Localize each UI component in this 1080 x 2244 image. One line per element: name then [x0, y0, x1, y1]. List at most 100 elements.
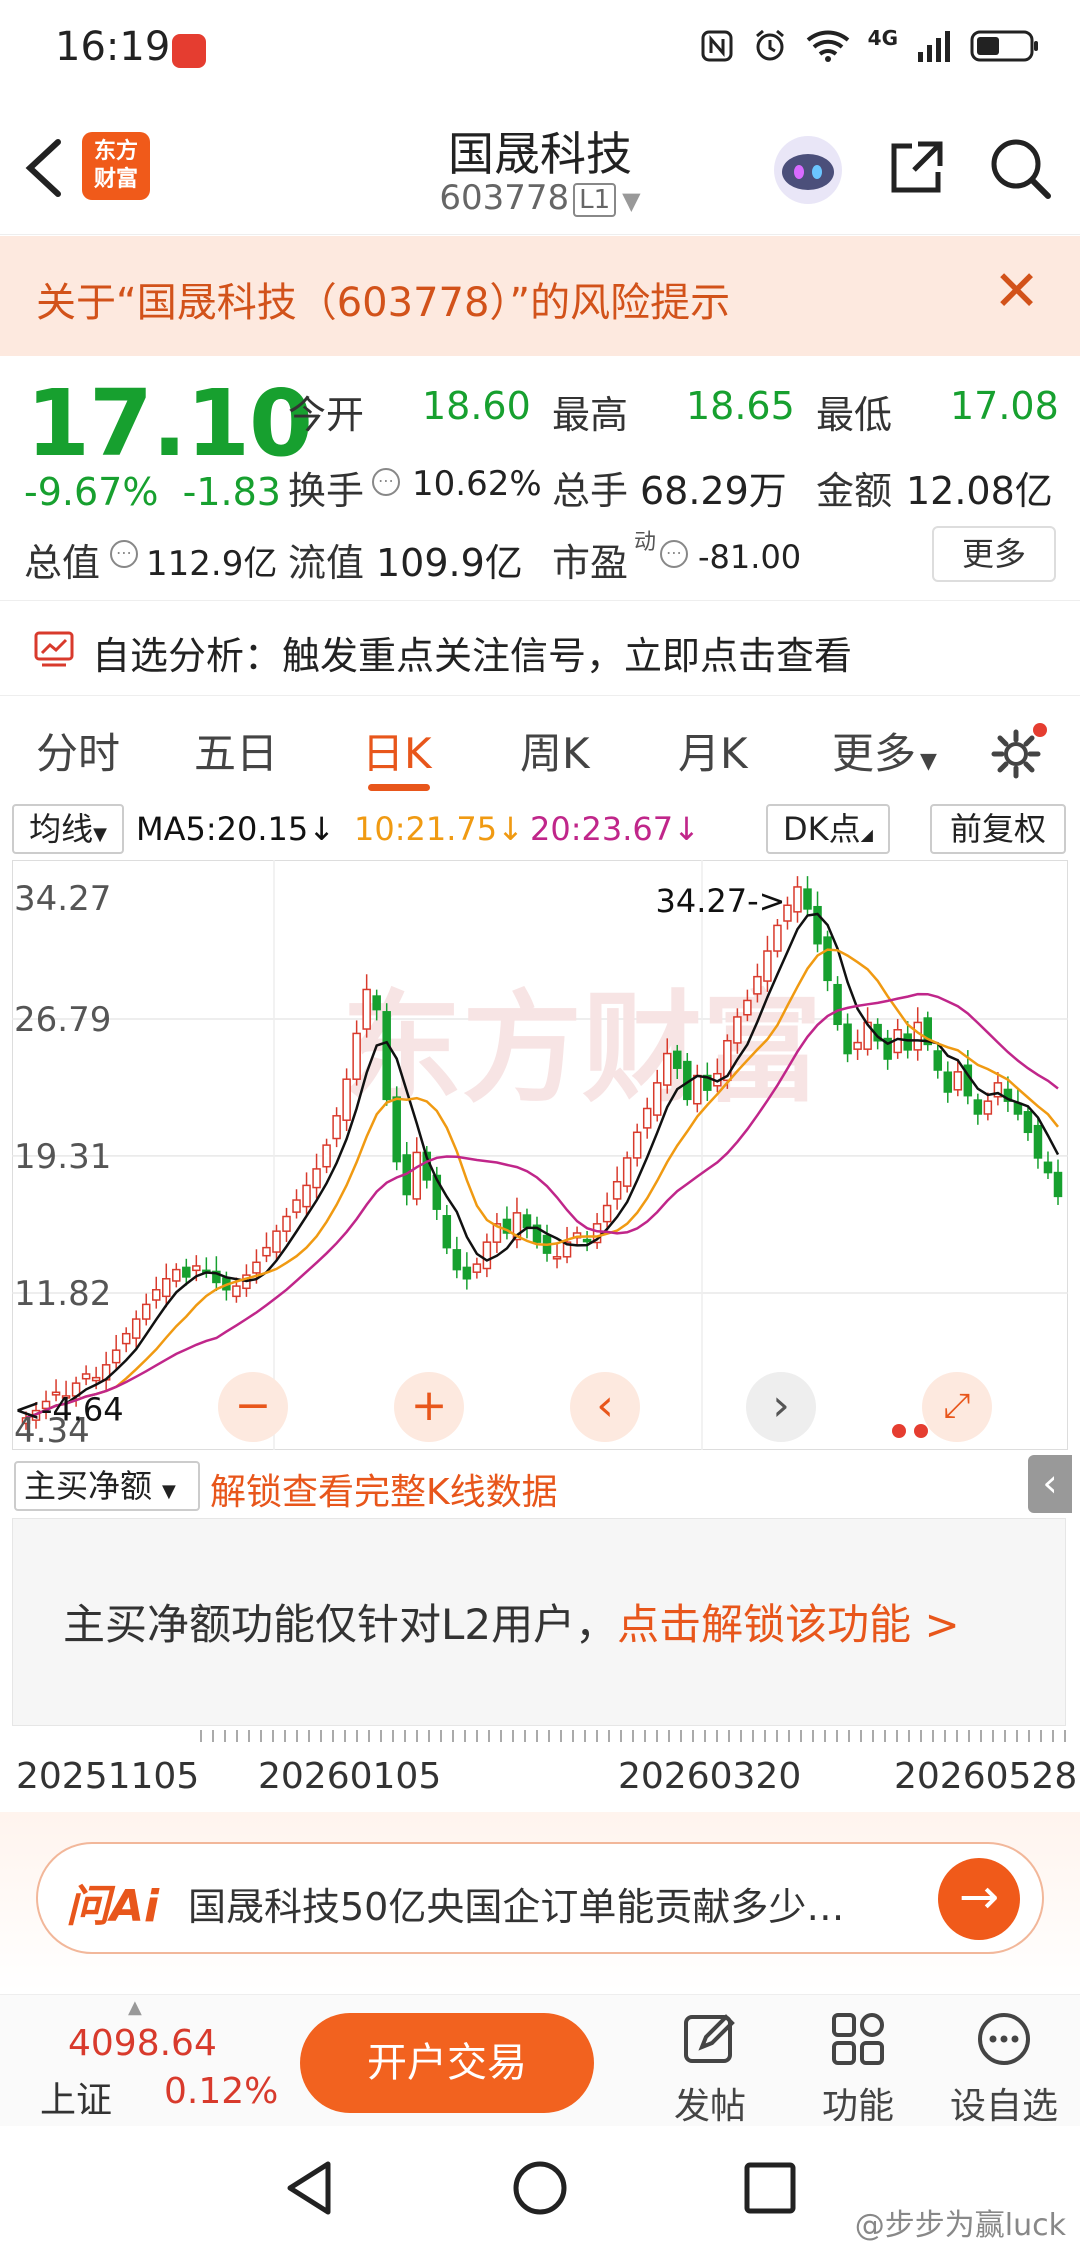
chevron-down-icon: ▼ — [93, 824, 107, 845]
arrow-right-icon[interactable]: → — [938, 1858, 1020, 1940]
last-price: 17.10 — [26, 370, 313, 477]
ai-ask-area: 问Ai 国晟科技50亿央国企订单能贡献多少… → — [0, 1812, 1080, 1992]
candle-body — [372, 995, 381, 1011]
low-value: 17.08 — [950, 384, 1059, 428]
price-change: -9.67% -1.83 — [24, 470, 281, 514]
notification-icon — [172, 34, 206, 68]
bottom-toolbar: ▲ 4098.64 上证 0.12% 开户交易 发帖 功能 设自选 — [0, 1994, 1080, 2129]
candle-body — [182, 1266, 191, 1278]
zoom-in-button[interactable]: + — [394, 1372, 464, 1442]
candle-body — [272, 1230, 281, 1253]
y-tick-label: 34.27 — [14, 879, 111, 919]
candle-body — [803, 888, 812, 910]
candle-body — [312, 1168, 321, 1189]
search-icon[interactable] — [988, 136, 1052, 200]
candle-body — [943, 1071, 953, 1093]
l2-message: 主买净额功能仅针对L2用户，点击解锁该功能 > — [63, 1600, 960, 1649]
expand-up-icon[interactable]: ▲ — [128, 1997, 142, 2018]
date-tick: 20260320 — [618, 1756, 802, 1797]
candle-body — [843, 1023, 852, 1055]
more-quote-button[interactable]: 更多 — [932, 526, 1056, 582]
candle-body — [953, 1071, 963, 1091]
ai-question-bar[interactable]: 问Ai 国晟科技50亿央国企订单能贡献多少… → — [36, 1842, 1044, 1954]
tab-more[interactable]: 更多 ▼ — [832, 720, 937, 781]
risk-banner[interactable]: 关于“国晟科技（603778）”的风险提示 ✕ — [0, 236, 1080, 356]
signal-icon — [918, 31, 950, 62]
candle-body — [152, 1289, 161, 1301]
index-name[interactable]: 上证 — [40, 2071, 112, 2123]
more-dots-icon — [978, 2013, 1030, 2065]
date-ticks — [200, 1730, 1070, 1742]
nav-recents-icon[interactable] — [742, 2160, 798, 2216]
scroll-left-button[interactable]: ‹ — [570, 1372, 640, 1442]
tab-monthly-k[interactable]: 月K — [678, 720, 748, 781]
zoom-out-button[interactable]: − — [218, 1372, 288, 1442]
candle-body — [322, 1144, 331, 1168]
candle-body — [522, 1214, 532, 1229]
candle-body — [662, 1052, 672, 1086]
add-watchlist-button[interactable]: 设自选 — [944, 2009, 1064, 2129]
battery-icon — [970, 30, 1038, 62]
pe-superscript: 动 — [634, 530, 657, 555]
chart-frame — [12, 860, 1068, 1450]
candle-body — [192, 1265, 201, 1272]
collapse-panel-icon[interactable]: ‹ — [1028, 1455, 1072, 1513]
info-icon[interactable]: ⋯ — [372, 468, 400, 496]
status-icons: 4G — [700, 28, 1040, 64]
index-value[interactable]: 4098.64 — [68, 2023, 217, 2064]
indicator-type-select[interactable]: 均线▼ — [12, 804, 124, 854]
candle-body — [352, 1032, 361, 1080]
candle-body — [1053, 1171, 1063, 1198]
candle-body — [673, 1050, 682, 1069]
scroll-right-button[interactable]: › — [746, 1372, 816, 1442]
info-icon[interactable]: ⋯ — [110, 540, 138, 568]
watchlist-analysis-banner[interactable]: 自选分析：触发重点关注信号，立即点击查看 — [0, 600, 1080, 696]
candle-body — [622, 1157, 632, 1187]
close-icon[interactable]: ✕ — [993, 262, 1040, 322]
candle-body — [342, 1078, 351, 1121]
post-button[interactable]: 发帖 — [650, 2009, 770, 2129]
candle-body — [582, 1238, 592, 1243]
candle-body — [121, 1332, 131, 1345]
status-time: 16:19 — [55, 24, 171, 70]
nav-back-icon[interactable] — [282, 2158, 336, 2218]
candle-body — [452, 1249, 462, 1271]
share-icon[interactable] — [886, 138, 946, 198]
tab-five-day[interactable]: 五日 — [194, 720, 278, 781]
k-line-chart[interactable]: 东方财富 34.2726.7919.3111.824.34 34.27-> <-… — [12, 860, 1068, 1450]
change-percent: -9.67% — [24, 470, 159, 514]
tab-weekly-k[interactable]: 周K — [520, 720, 590, 781]
info-icon[interactable]: ⋯ — [660, 540, 688, 568]
candle-body — [482, 1241, 492, 1270]
tab-intraday[interactable]: 分时 — [36, 720, 120, 781]
candle-body — [472, 1263, 482, 1273]
dk-point-toggle[interactable]: DK点◢ — [766, 804, 890, 854]
candle-body — [302, 1184, 311, 1208]
ai-robot-icon[interactable] — [770, 132, 846, 208]
candle-body — [552, 1256, 562, 1260]
nav-home-icon[interactable] — [510, 2158, 570, 2218]
functions-button[interactable]: 功能 — [798, 2009, 918, 2129]
indicator-select[interactable]: 主买净额 ▼ — [14, 1461, 200, 1511]
settings-gear-icon[interactable] — [988, 722, 1048, 782]
app-screen: 16:19 4G 东方 财富 国晟科技 603778 L1 ▼ 关于“国晟科技（60… — [0, 0, 1080, 2244]
candle-body — [602, 1204, 612, 1223]
amount-value: 12.08亿 — [906, 469, 1053, 513]
open-label: 今开 — [288, 393, 365, 437]
fullscreen-icon[interactable]: ⤢ — [922, 1372, 992, 1442]
candle-body — [332, 1115, 341, 1140]
candle-body — [823, 936, 832, 982]
unlock-kline-link[interactable]: 解锁查看完整K线数据 — [210, 1463, 558, 1515]
adjust-mode-button[interactable]: 前复权 — [930, 804, 1066, 854]
candle-body — [733, 1016, 742, 1044]
stock-code: 603778 — [439, 178, 570, 218]
system-nav-bar: @步步为赢luck — [0, 2128, 1080, 2244]
candle-body — [983, 1100, 993, 1115]
candle-body — [412, 1151, 422, 1200]
indicator-row: 主买净额 ▼ 解锁查看完整K线数据 ‹ — [0, 1455, 1080, 1515]
volume-value: 68.29万 — [640, 469, 787, 513]
tab-daily-k[interactable]: 日K — [362, 720, 432, 781]
open-account-trade-button[interactable]: 开户交易 — [300, 2013, 594, 2113]
index-change-percent[interactable]: 0.12% — [164, 2071, 278, 2112]
unlock-feature-link[interactable]: 点击解锁该功能 > — [617, 1600, 960, 1649]
